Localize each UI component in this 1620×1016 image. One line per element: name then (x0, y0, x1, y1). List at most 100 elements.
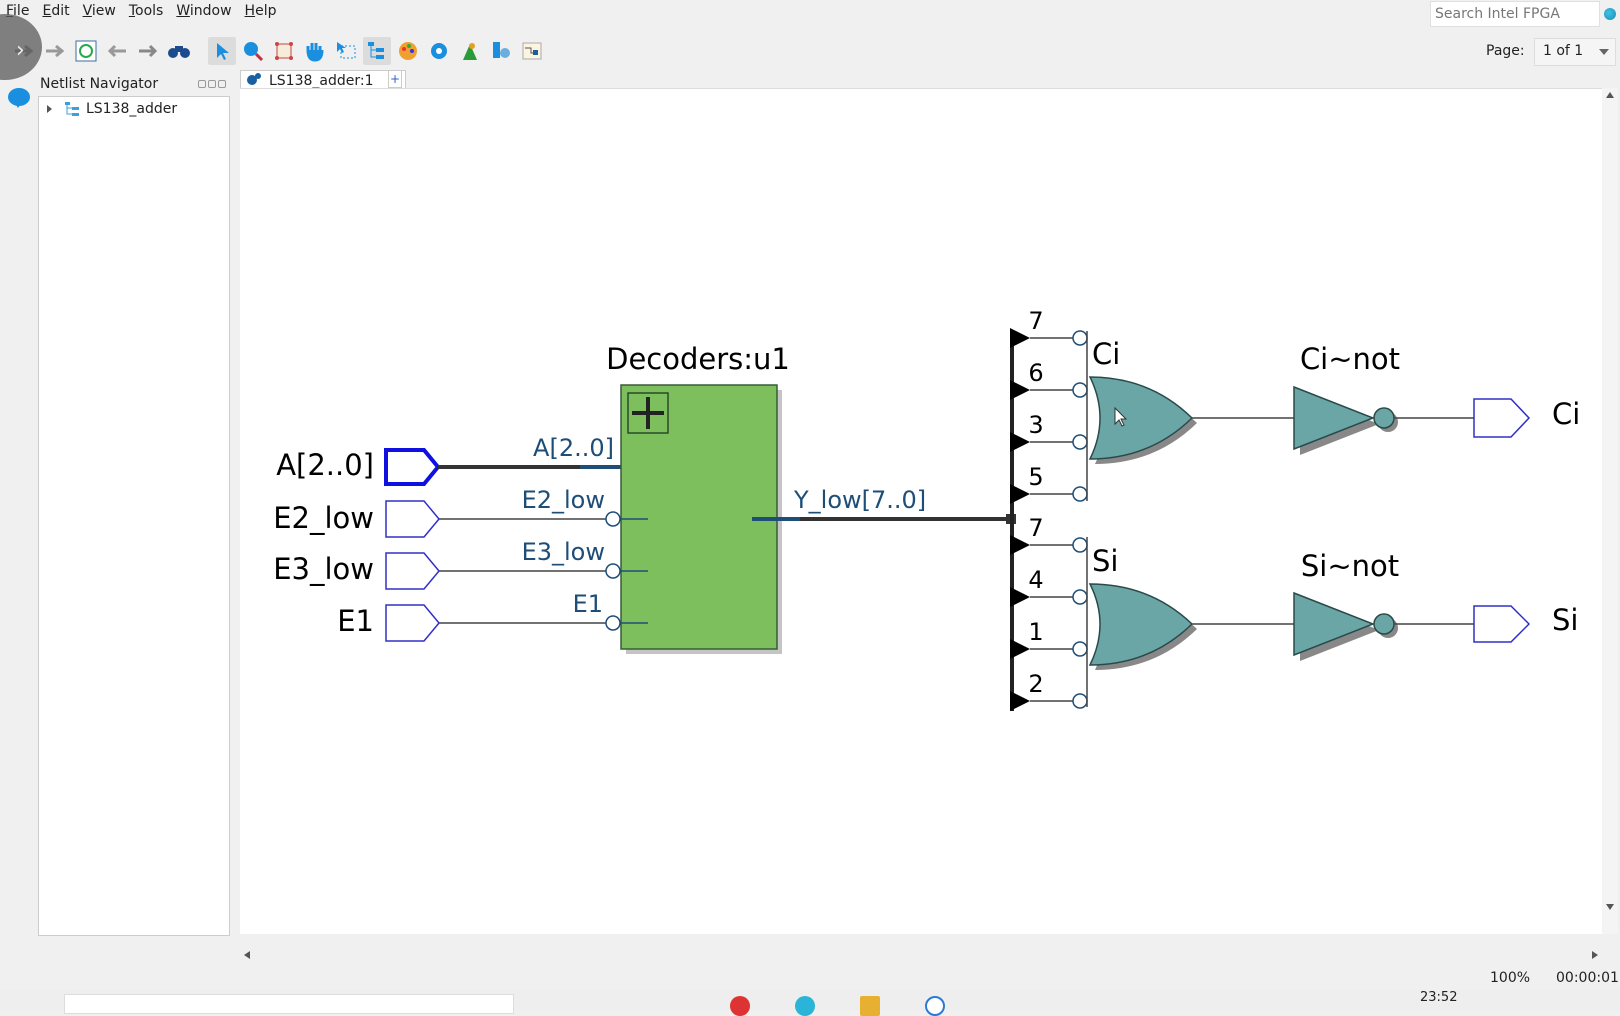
clock: 23:52 (1420, 990, 1458, 1005)
bird-icon[interactable] (456, 37, 484, 65)
input-port-e3-low[interactable]: E3_low (273, 552, 440, 590)
tree-item[interactable]: LS138_adder (47, 101, 177, 117)
input-label: E1 (337, 604, 374, 638)
pin-icon[interactable] (198, 80, 206, 88)
find-icon[interactable] (165, 37, 193, 65)
chevron-down-icon (1599, 49, 1609, 55)
bus-label: Y_low[7..0] (793, 486, 926, 514)
page-value: 1 of 1 (1543, 43, 1584, 59)
scroll-right-icon[interactable] (1592, 951, 1598, 959)
inverter-bubble (605, 615, 621, 631)
netlist-tree: LS138_adder (38, 96, 230, 936)
chevron-right-icon: › (16, 38, 25, 63)
hierarchy-icon[interactable] (363, 37, 391, 65)
bus-tap[interactable]: 6 (1010, 359, 1088, 400)
or-gate-ci[interactable]: Ci (1086, 331, 1197, 501)
inverter-bubble (605, 563, 621, 579)
schematic-svg[interactable]: A[2..0] E2_low E3_low E1 Decoders:u1 A[2… (240, 89, 1602, 935)
inverter-bubble (1072, 537, 1088, 553)
menu-tools[interactable]: Tools (123, 3, 170, 19)
bus-tap[interactable]: 5 (1010, 463, 1088, 504)
not-gate-si[interactable]: Si~not (1293, 549, 1399, 661)
toolbar (0, 34, 1620, 68)
decoder-block[interactable]: Decoders:u1 A[2..0] E2_low E3_low E1 (522, 342, 790, 650)
os-taskbar: 23:52 (0, 990, 1620, 1016)
export-icon[interactable] (518, 37, 546, 65)
or-gate-si[interactable]: Si (1086, 537, 1197, 707)
tab-ls138-adder[interactable]: LS138_adder:1 (240, 70, 406, 90)
next-icon[interactable] (134, 37, 162, 65)
input-port-a[interactable]: A[2..0] (276, 448, 441, 486)
tap-index: 7 (1028, 307, 1043, 335)
gate-label: Si (1092, 544, 1118, 578)
si-taps: 7 4 1 2 (1010, 514, 1088, 711)
chat-icon[interactable] (8, 88, 30, 108)
page-select[interactable]: 1 of 1 (1534, 38, 1616, 66)
port-label: E1 (573, 590, 603, 618)
output-label: Si (1552, 603, 1578, 637)
vertical-scrollbar[interactable] (1602, 88, 1618, 934)
app-icon[interactable] (795, 996, 815, 1016)
port-label: E3_low (522, 538, 605, 566)
fit-icon[interactable] (270, 37, 298, 65)
previous-icon[interactable] (103, 37, 131, 65)
color-palette-icon[interactable] (394, 37, 422, 65)
tap-index: 5 (1028, 463, 1043, 491)
status-bar: 100% 00:00:01 (0, 966, 1620, 988)
pan-icon[interactable] (301, 37, 329, 65)
select-icon[interactable] (208, 37, 236, 65)
float-icon[interactable] (208, 80, 216, 88)
tree-item-label: LS138_adder (86, 101, 178, 117)
bus-tap[interactable]: 1 (1010, 618, 1088, 659)
menu-window[interactable]: Window (170, 3, 237, 19)
scroll-left-icon[interactable] (244, 951, 250, 959)
horizontal-scrollbar[interactable] (240, 947, 1602, 963)
bus-tap[interactable]: 3 (1010, 411, 1088, 452)
add-tab-button[interactable]: + (388, 70, 402, 88)
menu-help[interactable]: Help (239, 3, 283, 19)
inverter-bubble (1072, 641, 1088, 657)
inverter-bubble (1072, 330, 1088, 346)
globe-icon (1604, 8, 1616, 20)
scroll-up-icon[interactable] (1606, 92, 1614, 98)
page-label: Page: (1486, 43, 1525, 59)
app-icon[interactable] (730, 996, 750, 1016)
bus-tap[interactable]: 7 (1010, 514, 1088, 555)
menu-view[interactable]: View (77, 3, 122, 19)
gate-label: Ci (1092, 337, 1120, 371)
search-input[interactable]: Search Intel FPGA (1430, 1, 1600, 27)
scroll-down-icon[interactable] (1606, 904, 1614, 910)
menu-edit[interactable]: Edit (36, 3, 75, 19)
netlist-viewer-icon (247, 73, 261, 85)
not-gate-ci[interactable]: Ci~not (1293, 342, 1400, 455)
expand-icon[interactable] (47, 105, 52, 113)
folder-icon[interactable] (860, 996, 880, 1016)
app-icon[interactable] (925, 996, 945, 1016)
port-label: A[2..0] (533, 434, 614, 462)
bus-tap[interactable]: 4 (1010, 566, 1088, 607)
area-select-icon[interactable] (332, 37, 360, 65)
zoom-icon[interactable] (239, 37, 267, 65)
refresh-icon[interactable] (72, 37, 100, 65)
ci-taps: 7 6 3 5 (1010, 307, 1088, 504)
bus-tap[interactable]: 7 (1010, 307, 1088, 348)
forward-icon[interactable] (41, 37, 69, 65)
tap-index: 6 (1028, 359, 1043, 387)
bus-tap[interactable]: 2 (1010, 670, 1088, 711)
tap-index: 2 (1028, 670, 1043, 698)
input-port-e2-low[interactable]: E2_low (273, 500, 440, 538)
input-port-e1[interactable]: E1 (337, 604, 440, 642)
output-port-ci[interactable]: Ci (1473, 397, 1580, 438)
inverter-bubble (1072, 434, 1088, 450)
input-label: A[2..0] (276, 448, 374, 482)
schematic-canvas[interactable]: A[2..0] E2_low E3_low E1 Decoders:u1 A[2… (240, 88, 1602, 934)
inverter-bubble (1072, 589, 1088, 605)
close-icon[interactable] (218, 80, 226, 88)
settings-icon[interactable] (425, 37, 453, 65)
input-label: E3_low (273, 552, 374, 586)
filter-icon[interactable] (487, 37, 515, 65)
output-port-si[interactable]: Si (1473, 603, 1578, 643)
inverter-bubble (1072, 486, 1088, 502)
hierarchy-icon (65, 102, 79, 116)
taskbar-search[interactable] (64, 994, 514, 1014)
